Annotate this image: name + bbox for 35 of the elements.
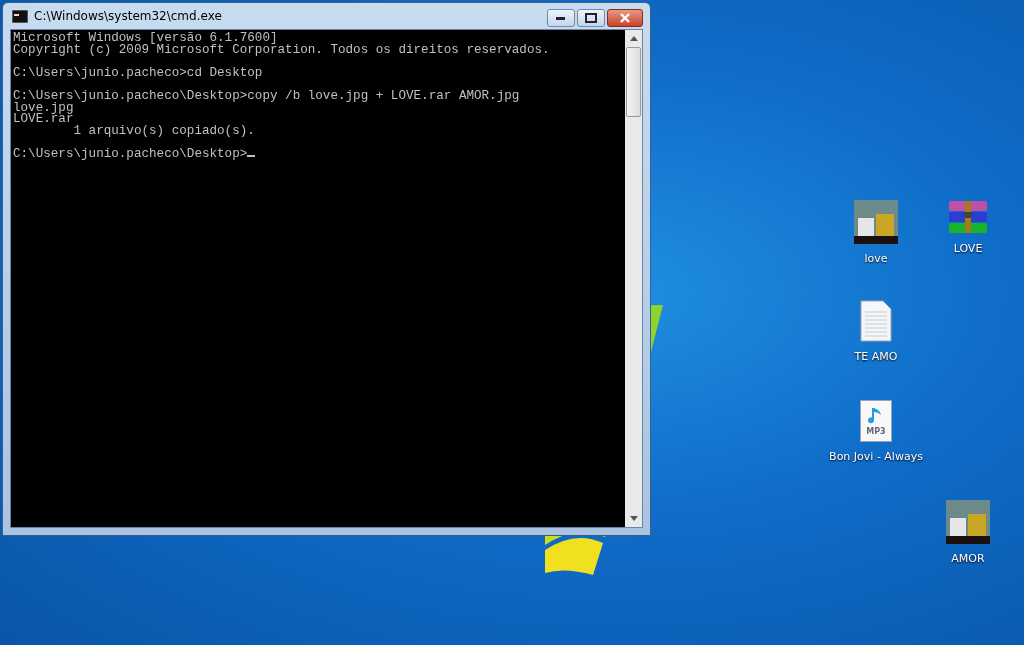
audio-file-icon: MP3 <box>860 400 892 442</box>
scrollbar-thumb[interactable] <box>626 47 641 117</box>
desktop-icon[interactable]: love <box>854 200 898 265</box>
console-app-icon <box>12 9 28 23</box>
console-line: C:\Users\junio.pacheco\Desktop> <box>13 148 625 161</box>
icon-label: AMOR <box>951 552 985 565</box>
console-line: Copyright (c) 2009 Microsoft Corporation. Todos os direitos reservados. <box>13 44 551 57</box>
scroll-down-arrow-icon <box>629 516 638 521</box>
desktop-icon[interactable]: TE AMO <box>854 300 898 363</box>
desktop-icon[interactable]: MP3 Bon Jovi - Always <box>829 400 923 463</box>
vertical-scrollbar[interactable] <box>625 30 642 527</box>
desktop-icon[interactable]: LOVE <box>947 200 989 255</box>
console-line: 1 arquivo(s) copiado(s). <box>72 125 256 138</box>
window-title: C:\Windows\system32\cmd.exe <box>34 9 223 23</box>
close-button[interactable] <box>607 9 643 27</box>
archive-books-icon <box>947 200 989 234</box>
console-line: LOVE.rar <box>13 114 74 126</box>
maximize-icon <box>585 13 597 23</box>
minimize-button[interactable] <box>547 9 575 27</box>
photo-thumbnail-icon <box>946 500 990 544</box>
console-line: Microsoft Windows [versão 6.1.7600] <box>13 33 278 45</box>
close-icon <box>619 13 631 23</box>
text-file-icon <box>860 300 892 342</box>
icon-label: love <box>864 252 888 265</box>
scroll-up-arrow-icon <box>629 36 638 41</box>
desktop-icon[interactable]: AMOR <box>946 500 990 565</box>
icon-label: LOVE <box>953 242 983 255</box>
console-line: C:\Users\junio.pacheco\Desktop>copy /b love.jpg + LOVE.rar AMOR.jpg <box>13 90 521 103</box>
icon-label: TE AMO <box>854 350 898 363</box>
maximize-button[interactable] <box>577 9 605 27</box>
console-line: C:\Users\junio.pacheco>cd Desktop <box>13 67 264 80</box>
minimize-icon <box>556 16 566 20</box>
icon-label: Bon Jovi - Always <box>829 450 923 463</box>
photo-thumbnail-icon <box>854 200 898 244</box>
console-line: love.jpg <box>13 102 74 115</box>
